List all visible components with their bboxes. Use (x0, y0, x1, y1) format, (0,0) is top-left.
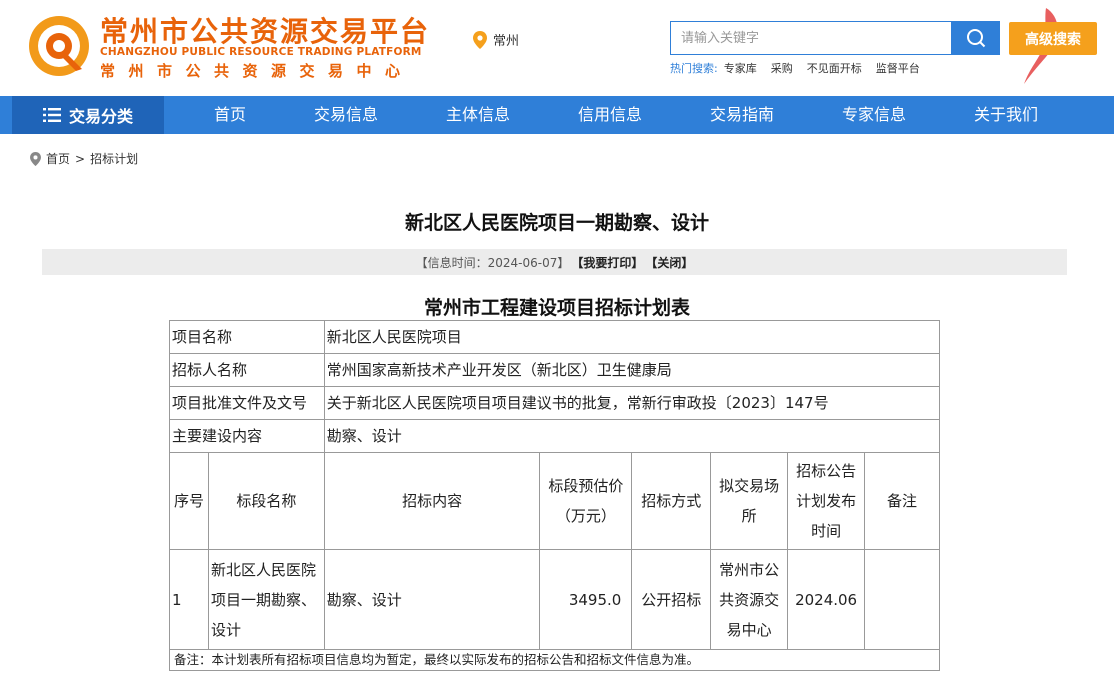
header-remark: 备注 (864, 452, 940, 550)
search-icon (966, 29, 985, 48)
tender-plan-table: 项目名称 新北区人民医院项目 招标人名称 常州国家高新技术产业开发区（新北区）卫… (169, 320, 941, 671)
table-title: 常州市工程建设项目招标计划表 (423, 297, 690, 319)
advanced-search-button[interactable]: 高级搜索 (1009, 22, 1097, 55)
breadcrumb: 首页 > 招标计划 (30, 150, 138, 167)
location-pin-icon (473, 30, 487, 49)
hot-search-label: 热门搜索: (670, 62, 718, 75)
nav-trade-info[interactable]: 交易信息 (314, 96, 378, 134)
header-tender-content: 招标内容 (323, 452, 541, 550)
header-seq: 序号 (169, 452, 209, 550)
logo-title-en: CHANGZHOU PUBLIC RESOURCE TRADING PLATFO… (100, 46, 422, 58)
row-publish-time: 2024.06 (787, 549, 866, 650)
row-seq: 1 (169, 549, 209, 650)
tenderer-value: 常州国家高新技术产业开发区（新北区）卫生健康局 (323, 353, 941, 387)
header-method: 招标方式 (631, 452, 712, 550)
search-button[interactable] (951, 21, 1000, 55)
location-label: 常州 (493, 34, 520, 49)
row-remark (864, 549, 940, 650)
menu-list-icon (42, 108, 61, 122)
table-row: 主要建设内容 勘察、设计 (169, 419, 941, 453)
nav-expert-info[interactable]: 专家信息 (842, 96, 906, 134)
approval-value: 关于新北区人民医院项目项目建议书的批复，常新行审政投〔2023〕147号 (323, 386, 941, 420)
table-header-row: 序号 标段名称 招标内容 标段预估价（万元） 招标方式 拟交易场所 招标公告计划… (169, 452, 940, 550)
table-row: 招标人名称 常州国家高新技术产业开发区（新北区）卫生健康局 (169, 353, 941, 387)
close-link[interactable]: 【关闭】 (645, 254, 693, 271)
content-label: 主要建设内容 (169, 419, 325, 453)
table-row: 项目批准文件及文号 关于新北区人民医院项目项目建议书的批复，常新行审政投〔202… (169, 386, 941, 420)
approval-label: 项目批准文件及文号 (169, 386, 325, 420)
article-title: 新北区人民医院项目一期勘察、设计 (404, 212, 709, 234)
nav-home[interactable]: 首页 (214, 96, 246, 134)
logo-title-cn: 常州市公共资源交易平台 (100, 15, 431, 48)
hot-link-expert-db[interactable]: 专家库 (724, 60, 757, 76)
nav-category-button[interactable]: 交易分类 (12, 96, 164, 134)
info-time: 【信息时间：2024-06-07】 (415, 255, 570, 270)
table-row: 1 新北区人民医院项目一期勘察、设计 勘察、设计 3495.0 公开招标 常州市… (169, 549, 940, 650)
header-section-name: 标段名称 (207, 452, 325, 550)
nav-credit-info[interactable]: 信用信息 (578, 96, 642, 134)
breadcrumb-separator: > (75, 151, 86, 166)
search-input[interactable] (671, 22, 952, 54)
project-name-label: 项目名称 (169, 320, 325, 354)
breadcrumb-home[interactable]: 首页 (46, 150, 70, 167)
location-pin-icon (30, 151, 41, 166)
tenderer-label: 招标人名称 (169, 353, 325, 387)
nav-entity-info[interactable]: 主体信息 (446, 96, 510, 134)
print-link[interactable]: 【我要打印】 (571, 254, 643, 271)
row-method: 公开招标 (631, 549, 712, 650)
table-note-row: 备注：本计划表所有招标项目信息均为暂定，最终以实际发布的招标公告和招标文件信息为… (169, 649, 940, 671)
nav-category-label: 交易分类 (68, 107, 133, 126)
header-estimate: 标段预估价（万元） (539, 452, 633, 550)
hot-link-procurement[interactable]: 采购 (771, 60, 793, 76)
breadcrumb-current[interactable]: 招标计划 (90, 150, 138, 167)
hot-link-remote-bid[interactable]: 不见面开标 (807, 60, 862, 76)
platform-logo[interactable] (26, 13, 92, 79)
nav-trade-guide[interactable]: 交易指南 (710, 96, 774, 134)
location-selector[interactable]: 常州 (473, 30, 519, 49)
row-section-name: 新北区人民医院项目一期勘察、设计 (207, 549, 325, 650)
row-estimate: 3495.0 (539, 549, 633, 650)
site-header: 常州市公共资源交易平台 CHANGZHOU PUBLIC RESOURCE TR… (0, 0, 1114, 96)
logo-subtitle: 常州市公共资源交易中心 (100, 62, 414, 80)
hot-search-bar: 热门搜索: 专家库 采购 不见面开标 监督平台 (670, 60, 920, 76)
header-venue: 拟交易场所 (710, 452, 789, 550)
header-publish-time: 招标公告计划发布时间 (787, 452, 866, 550)
nav-about-us[interactable]: 关于我们 (974, 96, 1038, 134)
hot-link-supervision[interactable]: 监督平台 (876, 60, 920, 76)
table-note: 备注：本计划表所有招标项目信息均为暂定，最终以实际发布的招标公告和招标文件信息为… (169, 649, 940, 671)
row-tender-content: 勘察、设计 (323, 549, 541, 650)
search-box (670, 21, 952, 55)
table-row: 项目名称 新北区人民医院项目 (169, 320, 941, 354)
article-info-bar: 【信息时间：2024-06-07】 【我要打印】 【关闭】 (42, 249, 1067, 275)
main-nav: 交易分类 首页 交易信息 主体信息 信用信息 交易指南 专家信息 关于我们 (0, 96, 1114, 134)
project-name-value: 新北区人民医院项目 (323, 320, 941, 354)
content-value: 勘察、设计 (323, 419, 941, 453)
row-venue: 常州市公共资源交易中心 (710, 549, 789, 650)
